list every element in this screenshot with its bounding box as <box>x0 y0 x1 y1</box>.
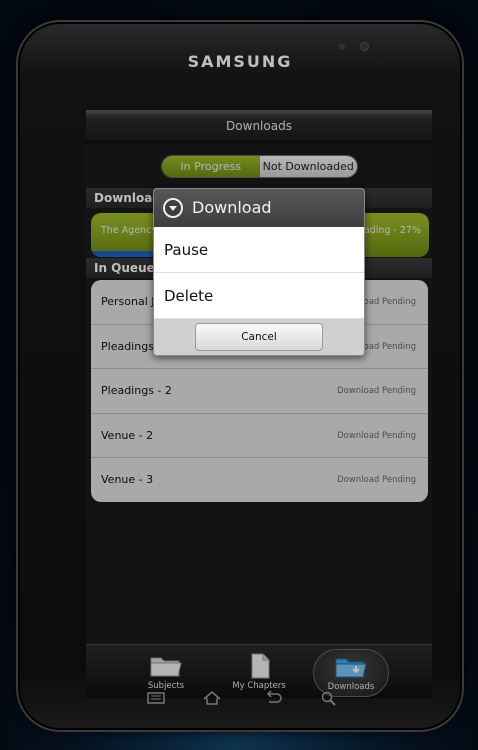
app-screen: Downloads In Progress Not Downloaded Dow… <box>86 110 432 698</box>
home-icon[interactable] <box>202 690 222 706</box>
sensor-icon <box>339 44 345 50</box>
device-brand: SAMSUNG <box>187 52 293 71</box>
search-icon[interactable] <box>319 690 339 706</box>
delete-option[interactable]: Delete <box>154 273 364 319</box>
cancel-button[interactable]: Cancel <box>195 323 323 351</box>
menu-icon[interactable] <box>146 690 166 706</box>
chevron-down-icon <box>163 198 183 218</box>
hardware-nav-bar <box>18 686 466 716</box>
dialog-title-text: Download <box>192 198 272 217</box>
camera-icon <box>360 42 369 51</box>
pause-option[interactable]: Pause <box>154 227 364 273</box>
dialog-footer: Cancel <box>154 319 364 355</box>
back-icon[interactable] <box>263 690 283 706</box>
download-dialog: Download Pause Delete Cancel <box>153 188 365 356</box>
dialog-title: Download <box>154 189 364 227</box>
tablet-device: SAMSUNG Downloads In Progress Not Downlo… <box>16 20 464 732</box>
